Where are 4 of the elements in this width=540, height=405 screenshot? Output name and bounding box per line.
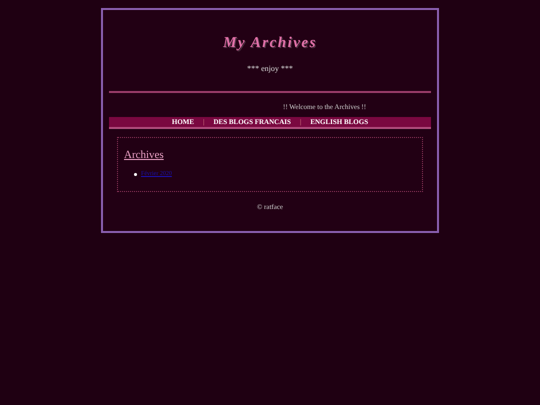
- tagline: *** enjoy ***: [247, 63, 293, 75]
- site-title: My Archives: [223, 34, 317, 53]
- archives-heading: Archives: [124, 148, 164, 163]
- bullet-icon: [134, 173, 137, 176]
